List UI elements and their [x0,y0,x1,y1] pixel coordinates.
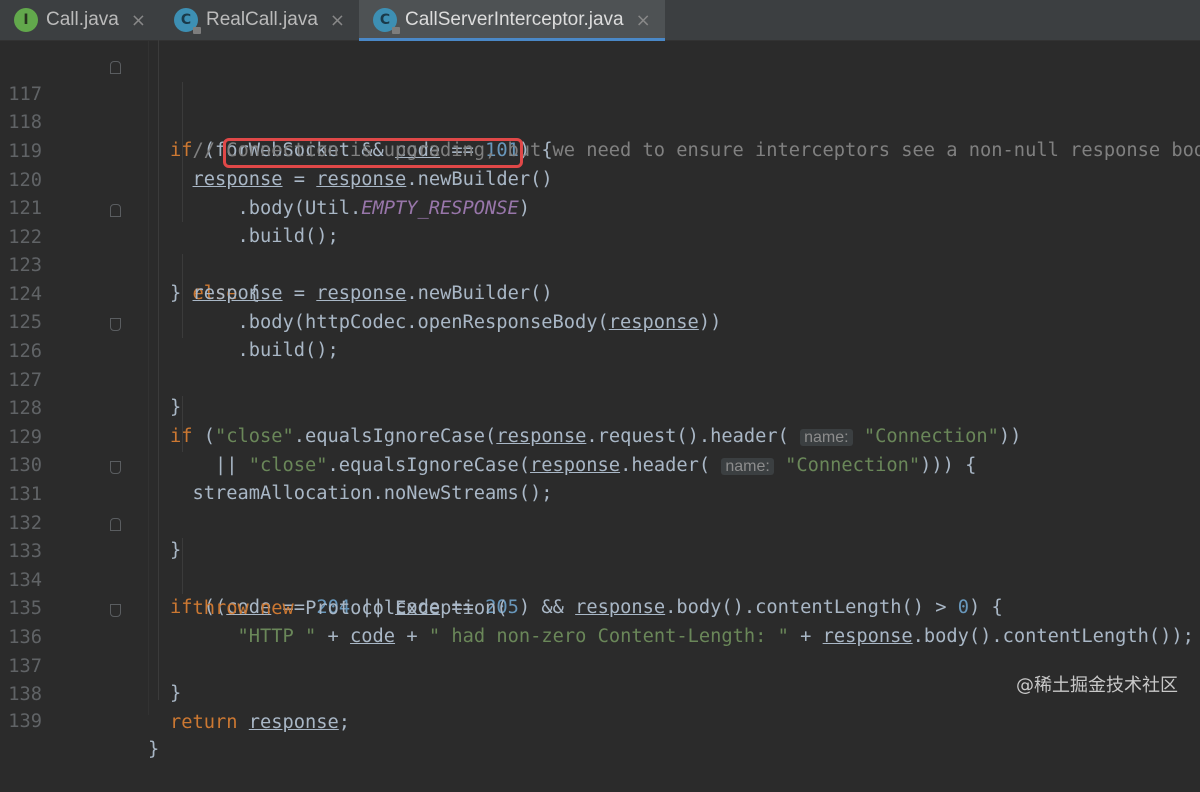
code-line-123[interactable]: 123 response = response.newBuilder() [0,224,1200,304]
close-icon[interactable]: × [636,10,651,31]
code-line-124[interactable]: 124 .body(httpCodec.openResponseBody(res… [0,253,1200,333]
code-line-135[interactable]: 135 "HTTP " + code + " had non-zero Cont… [0,567,1200,647]
fold-icon[interactable] [110,318,121,331]
code-line-133[interactable]: 133 if ((code == 204 || code == 205) && … [0,510,1200,618]
code-line-121[interactable]: 121 .build(); [0,167,1200,247]
code-line-134[interactable]: 134 throw new ProtocolException( [0,539,1200,619]
fold-icon[interactable] [110,61,121,74]
code-line-118[interactable]: 118 // Connection is upgrading, but we n… [0,81,1200,161]
code-editor[interactable]: 117 if (forWebSocket && code == 101) { 1… [0,40,1200,760]
line-number: 139 [8,711,42,732]
code-line-119[interactable]: 119 response = response.newBuilder() [0,110,1200,190]
fold-icon[interactable] [110,518,121,531]
tab-realcall-java[interactable]: C RealCall.java × [160,0,359,40]
tab-callserverinterceptor-java[interactable]: C CallServerInterceptor.java × [359,0,665,41]
class-icon: C [373,8,401,34]
fold-icon[interactable] [110,204,121,217]
annotation-highlight-box [223,138,523,168]
code-line-132[interactable]: 132 [0,482,1200,534]
code-line-128[interactable]: 128 if ("close".equalsIgnoreCase(respons… [0,367,1200,447]
code-line-125[interactable]: 125 .build(); [0,281,1200,361]
fold-icon[interactable] [110,604,121,617]
tab-label: Call.java [46,9,119,30]
code-line-117[interactable]: 117 if (forWebSocket && code == 101) { [0,53,1200,161]
code-line-137[interactable]: 137 [0,625,1200,677]
class-icon: C [173,8,201,34]
code-line-126[interactable]: 126 } [0,310,1200,418]
code-line-120[interactable]: 120 .body(Util.EMPTY_RESPONSE) [0,139,1200,219]
code-line-131[interactable]: 131 } [0,453,1200,561]
close-icon[interactable]: × [330,10,345,31]
close-icon[interactable]: × [131,10,146,31]
code-line-130[interactable]: 130 streamAllocation.noNewStreams(); [0,424,1200,504]
code-line-127[interactable]: 127 [0,339,1200,391]
interface-icon: I [14,8,38,32]
code-line-136[interactable]: 136 } [0,596,1200,704]
code-line-122[interactable]: 122 } else { [0,196,1200,304]
tab-label: CallServerInterceptor.java [405,9,624,30]
editor-tab-bar: I Call.java × C RealCall.java × C CallSe… [0,0,1200,41]
watermark: @稀土掘金技术社区 [1016,675,1178,696]
tab-call-java[interactable]: I Call.java × [0,0,160,40]
fold-icon[interactable] [110,461,121,474]
tab-label: RealCall.java [205,9,318,30]
code-line-129[interactable]: 129 || "close".equalsIgnoreCase(response… [0,396,1200,476]
